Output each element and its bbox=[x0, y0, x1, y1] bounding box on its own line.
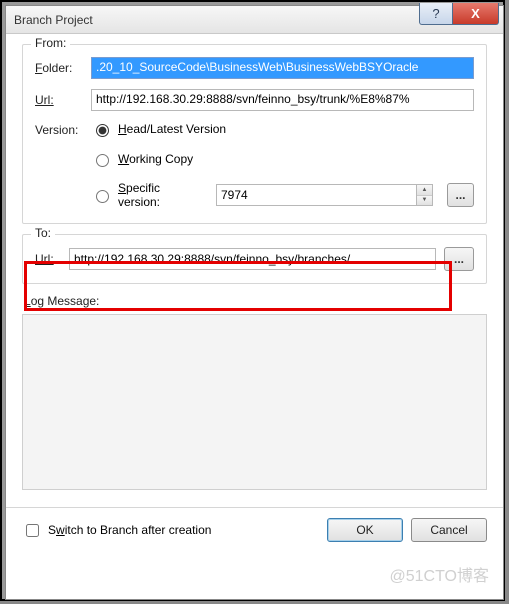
from-url-input[interactable]: http://192.168.30.29:8888/svn/feinno_bsy… bbox=[91, 89, 474, 111]
folder-row: Folder: .20_10_SourceCode\BusinessWeb\Bu… bbox=[35, 57, 474, 79]
window-title: Branch Project bbox=[14, 13, 93, 27]
to-url-label: Url: bbox=[35, 252, 69, 266]
spin-buttons: ▲ ▼ bbox=[416, 184, 433, 206]
from-url-row: Url: http://192.168.30.29:8888/svn/feinn… bbox=[35, 89, 474, 111]
to-url-row: Url: ... bbox=[35, 247, 474, 271]
close-button[interactable]: X bbox=[453, 3, 499, 25]
to-legend: To: bbox=[31, 226, 55, 240]
version-label: Version: bbox=[35, 123, 91, 137]
radio-head-label: Head/Latest Version bbox=[118, 122, 226, 136]
folder-input[interactable]: .20_10_SourceCode\BusinessWeb\BusinessWe… bbox=[91, 57, 474, 79]
from-legend: From: bbox=[31, 36, 70, 50]
switch-checkbox[interactable] bbox=[26, 524, 39, 537]
radio-working-label: Working Copy bbox=[118, 152, 193, 166]
from-url-label: Url: bbox=[35, 93, 91, 107]
from-group: From: Folder: .20_10_SourceCode\Business… bbox=[22, 44, 487, 224]
to-browse-button[interactable]: ... bbox=[444, 247, 474, 271]
version-number-input[interactable] bbox=[216, 184, 416, 206]
footer: Switch to Branch after creation OK Cance… bbox=[6, 507, 503, 542]
screenshot-frame: Branch Project ? X From: Folder: .20_10_… bbox=[0, 0, 505, 601]
radio-working[interactable] bbox=[96, 154, 109, 167]
radio-specific-row: Specific version: ▲ ▼ ... bbox=[91, 181, 474, 209]
switch-checkbox-row[interactable]: Switch to Branch after creation bbox=[22, 521, 327, 540]
switch-label: Switch to Branch after creation bbox=[48, 523, 211, 537]
to-url-input[interactable] bbox=[69, 248, 436, 270]
version-spinbox: ▲ ▼ bbox=[216, 184, 433, 206]
folder-label: Folder: bbox=[35, 61, 91, 75]
cancel-button[interactable]: Cancel bbox=[411, 518, 487, 542]
log-message-textarea[interactable] bbox=[22, 314, 487, 490]
dialog-window: Branch Project ? X From: Folder: .20_10_… bbox=[5, 5, 504, 600]
radio-head-row[interactable]: Head/Latest Version bbox=[91, 121, 474, 137]
dialog-content: From: Folder: .20_10_SourceCode\Business… bbox=[6, 34, 503, 552]
window-buttons: ? X bbox=[419, 3, 499, 25]
titlebar[interactable]: Branch Project ? X bbox=[6, 6, 503, 34]
radio-specific[interactable] bbox=[96, 190, 109, 203]
log-message-label: Log Message: bbox=[24, 294, 487, 308]
version-options: Head/Latest Version Working Copy Specifi… bbox=[91, 121, 474, 209]
ok-button[interactable]: OK bbox=[327, 518, 403, 542]
spin-up-icon[interactable]: ▲ bbox=[417, 185, 432, 196]
to-group: To: Url: ... bbox=[22, 234, 487, 284]
spin-down-icon[interactable]: ▼ bbox=[417, 196, 432, 206]
help-button[interactable]: ? bbox=[419, 3, 453, 25]
radio-working-row[interactable]: Working Copy bbox=[91, 151, 474, 167]
radio-specific-label: Specific version: bbox=[118, 181, 196, 209]
version-row: Version: Head/Latest Version Working Cop… bbox=[35, 121, 474, 209]
version-browse-button[interactable]: ... bbox=[447, 183, 474, 207]
radio-head[interactable] bbox=[96, 124, 109, 137]
